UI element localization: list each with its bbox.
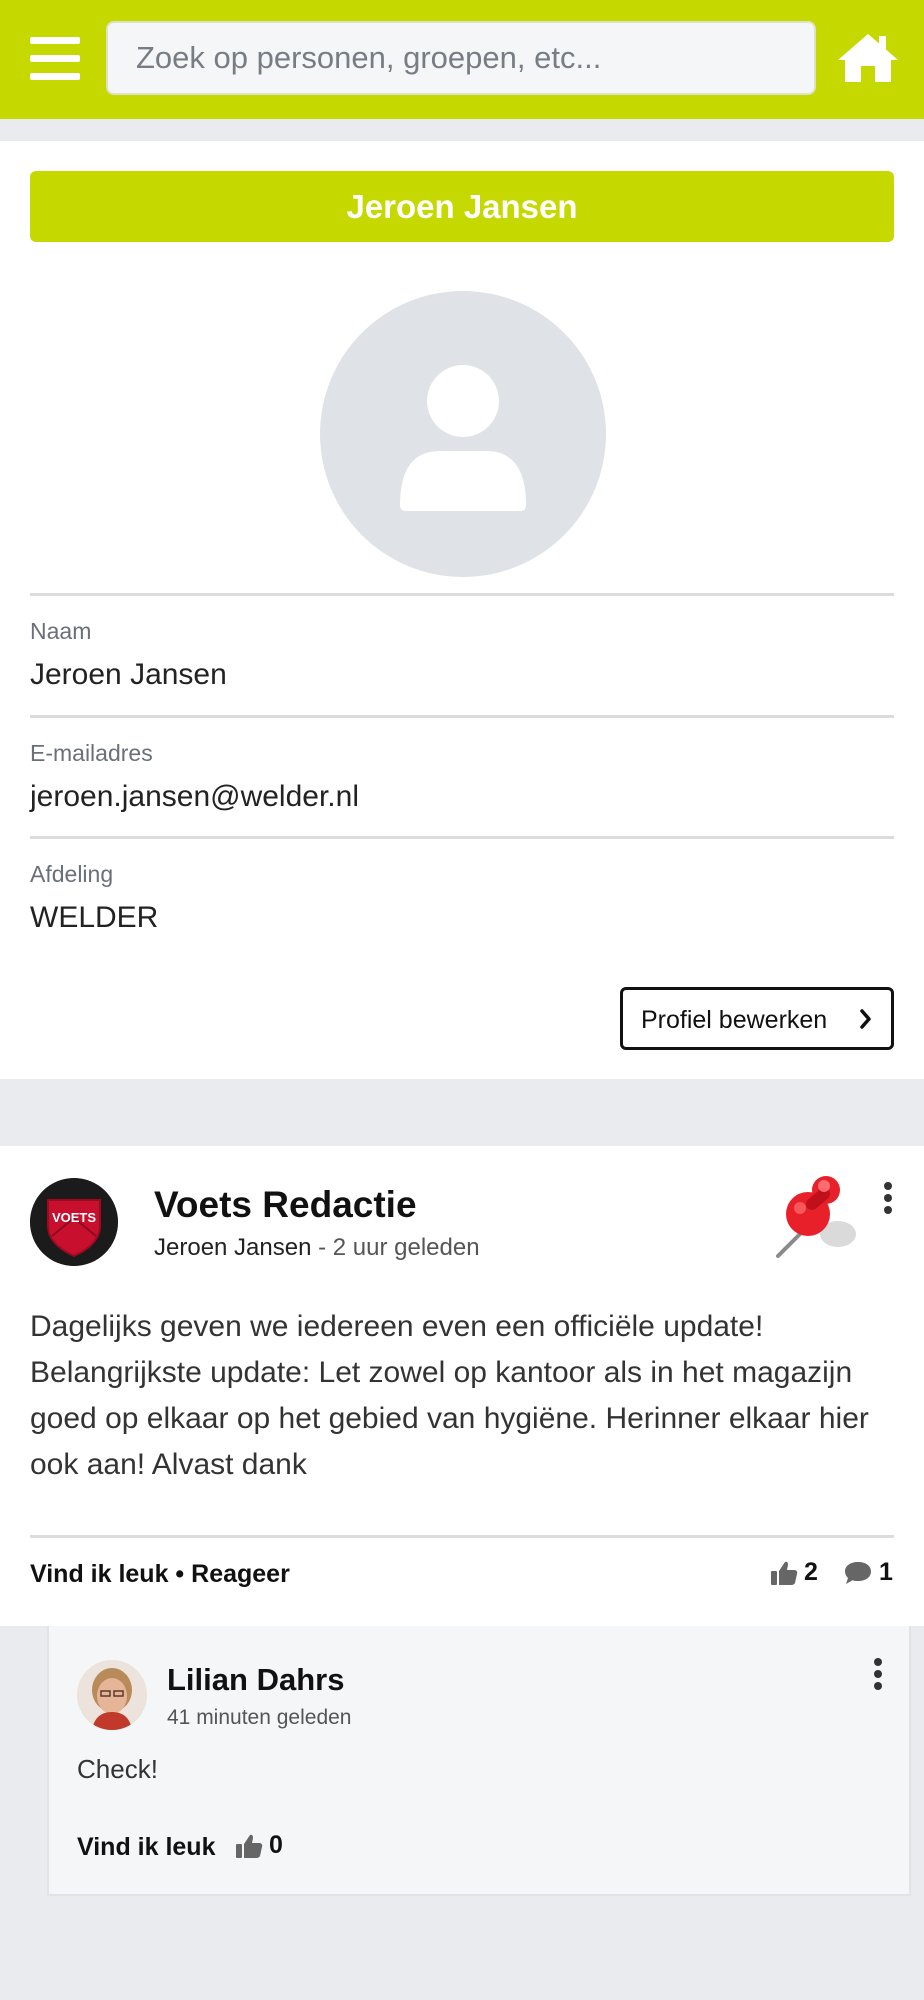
post-poster[interactable]: Jeroen Jansen [154, 1234, 311, 1261]
edit-profile-label: Profiel bewerken [641, 1006, 828, 1034]
profile-name-banner: Jeroen Jansen [30, 171, 894, 242]
reply-button[interactable]: Reageer [191, 1560, 290, 1588]
comment-more-options-icon[interactable] [868, 1658, 888, 1698]
field-value: WELDER [30, 901, 159, 934]
divider [30, 1535, 894, 1538]
commenter-photo [77, 1660, 147, 1730]
comment-text: Check! [77, 1754, 158, 1784]
like-count: 2 [804, 1558, 818, 1586]
thumbs-up-icon [771, 1561, 798, 1585]
comment-like-count[interactable]: 0 [235, 1831, 283, 1860]
commenter-avatar[interactable] [77, 1660, 147, 1730]
field-label: E-mailadres [30, 740, 153, 766]
avatar-text: VOETS [52, 1210, 96, 1225]
post-author-avatar[interactable]: VOETS [30, 1178, 118, 1266]
thumbs-up-icon [236, 1834, 263, 1858]
profile-field-email: E-mailadres jeroen.jansen@welder.nl [30, 715, 894, 836]
action-separator: • [168, 1560, 192, 1588]
field-value: Jeroen Jansen [30, 658, 227, 691]
post-author-name[interactable]: Voets Redactie [154, 1184, 417, 1226]
profile-field-department: Afdeling WELDER [30, 836, 894, 957]
hamburger-menu-icon[interactable] [30, 37, 80, 81]
comment-like-count-value: 0 [269, 1831, 283, 1859]
post-actions: Vind ik leuk • Reageer [30, 1560, 290, 1589]
post-like-count[interactable]: 2 [770, 1558, 818, 1587]
comment-bubble-icon [845, 1561, 871, 1584]
profile-field-name: Naam Jeroen Jansen [30, 593, 894, 714]
comment-time: 41 minuten geleden [167, 1706, 352, 1729]
profile-card: Jeroen Jansen Naam Jeroen Jansen E-maila… [0, 141, 924, 1079]
search-box[interactable] [106, 21, 816, 95]
top-bar [0, 0, 924, 119]
post-card: VOETS Voets Redactie Jeroen Jansen - 2 u… [0, 1146, 924, 1626]
like-button[interactable]: Vind ik leuk [30, 1560, 168, 1588]
search-input[interactable] [108, 23, 814, 93]
voets-logo: VOETS [30, 1178, 118, 1266]
edit-profile-button[interactable]: Profiel bewerken [620, 987, 894, 1050]
comment-author-name[interactable]: Lilian Dahrs [167, 1662, 344, 1698]
comment-card: Lilian Dahrs 41 minuten geleden Check! V… [47, 1626, 911, 1896]
comment-like-button[interactable]: Vind ik leuk [77, 1833, 215, 1862]
home-icon[interactable] [836, 30, 900, 86]
field-value: jeroen.jansen@welder.nl [30, 780, 359, 813]
field-label: Afdeling [30, 861, 114, 887]
comment-count: 1 [879, 1558, 893, 1586]
profile-avatar [320, 291, 606, 577]
user-placeholder-icon [400, 365, 526, 511]
post-meta: Jeroen Jansen - 2 uur geleden [154, 1234, 480, 1262]
post-comment-count[interactable]: 1 [843, 1558, 893, 1587]
post-body: Dagelijks geven we iedereen even een off… [30, 1310, 869, 1481]
chevron-right-icon [860, 1009, 871, 1029]
post-time: - 2 uur geleden [311, 1234, 480, 1261]
post-more-options-icon[interactable] [878, 1182, 898, 1222]
field-label: Naam [30, 618, 92, 644]
pushpin-icon [768, 1168, 868, 1268]
